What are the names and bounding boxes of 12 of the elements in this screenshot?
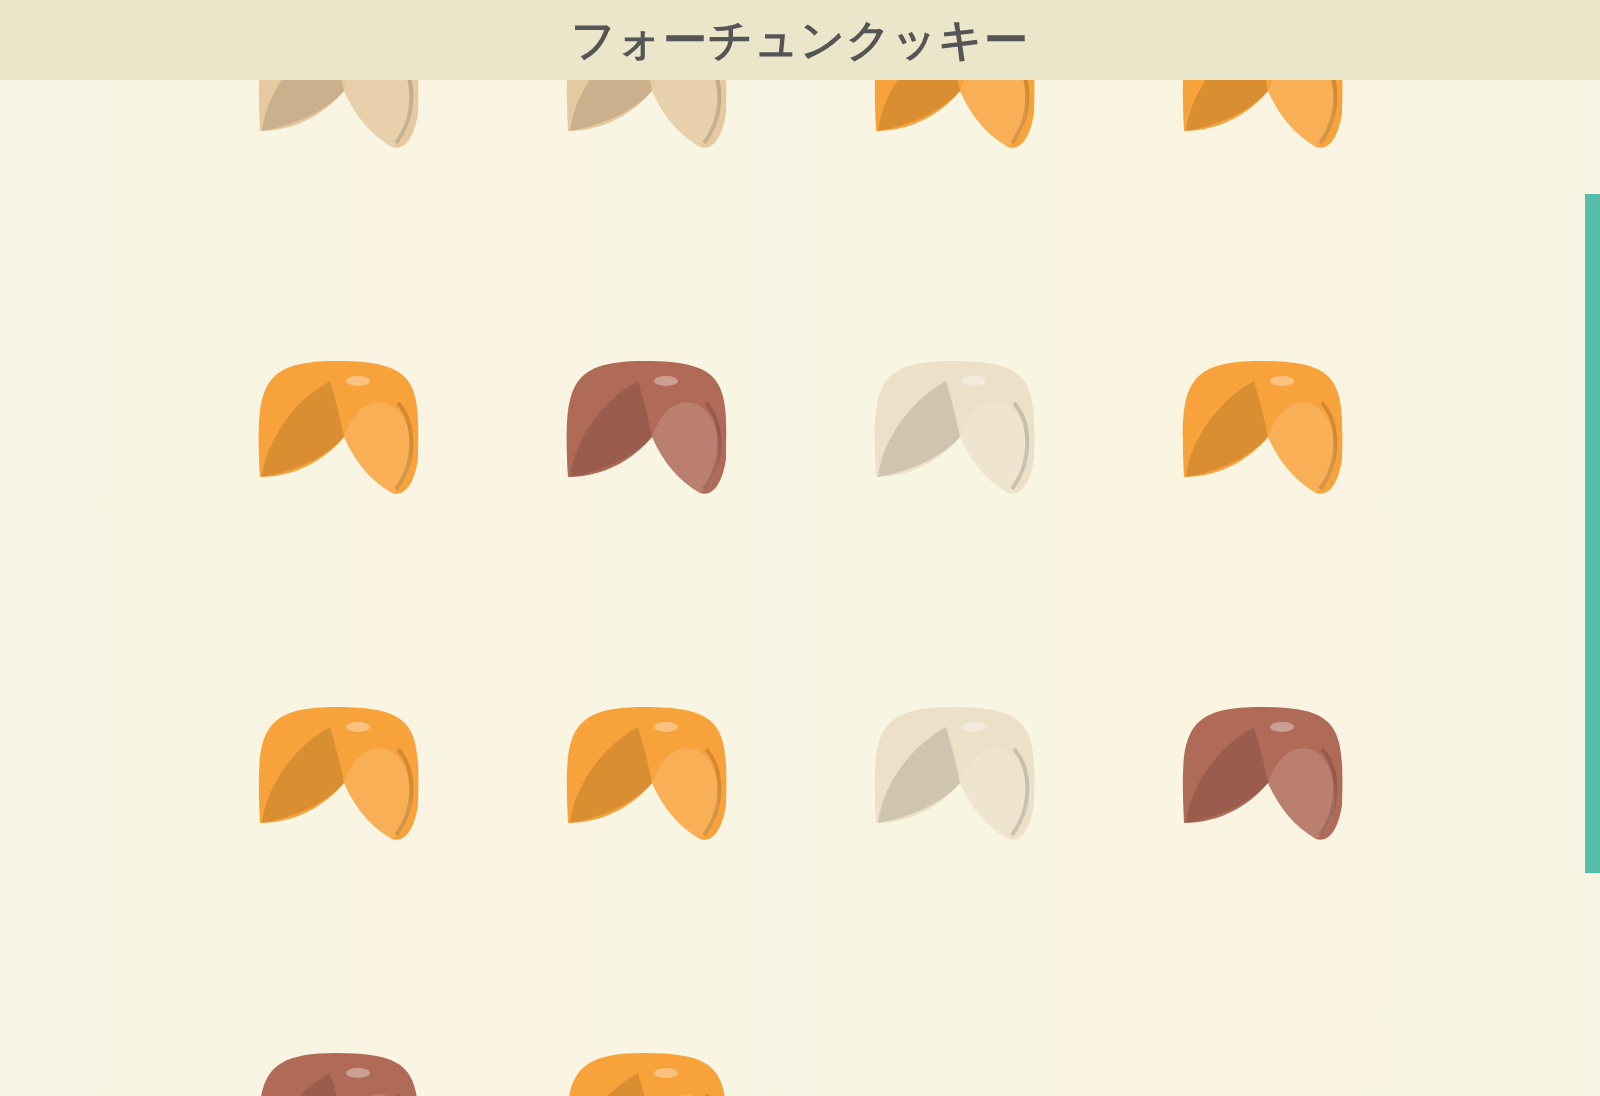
fortune-cookie-drawing[interactable] [874, 80, 1034, 148]
fortune-cookie-drawing[interactable] [1182, 80, 1342, 148]
app-title: フォーチュンクッキー [571, 18, 1029, 62]
fortune-cookie-drawing[interactable] [566, 707, 726, 840]
fortune-cookie-drawing[interactable] [258, 1053, 418, 1096]
fortune-cookie-drawing[interactable] [1182, 707, 1342, 840]
fortune-cookie-drawing[interactable] [258, 707, 418, 840]
scrollbar-thumb[interactable] [1585, 194, 1600, 873]
fortune-cookie-drawing[interactable] [566, 361, 726, 494]
fortune-cookie-drawing[interactable] [566, 1053, 726, 1096]
fortune-cookie-drawing[interactable] [258, 361, 418, 494]
fortune-cookie-drawing[interactable] [1182, 361, 1342, 494]
